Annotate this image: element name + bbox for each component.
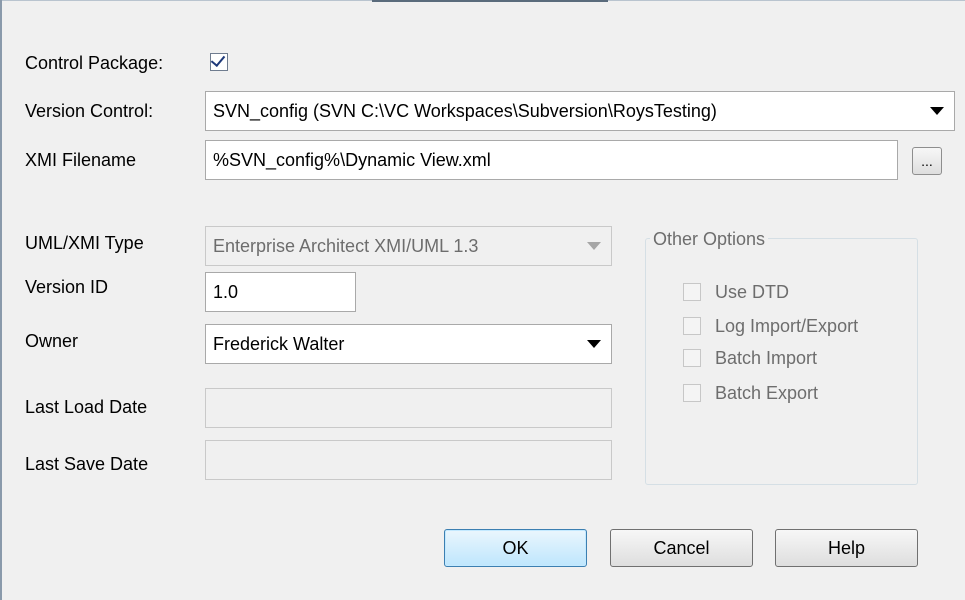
ok-button[interactable]: OK	[444, 529, 587, 567]
owner-label: Owner	[25, 331, 79, 351]
version-control-select[interactable]: SVN_config (SVN C:\VC Workspaces\Subvers…	[205, 91, 955, 131]
version-control-label: Version Control:	[25, 101, 154, 121]
xmi-filename-input[interactable]: %SVN_config%\Dynamic View.xml	[205, 140, 898, 180]
batch-export-checkbox	[683, 384, 701, 402]
other-options-title: Other Options	[650, 228, 769, 250]
version-control-value: SVN_config (SVN C:\VC Workspaces\Subvers…	[213, 101, 717, 121]
help-button[interactable]: Help	[775, 529, 918, 567]
last-save-date-field	[205, 440, 612, 480]
use-dtd-checkbox	[683, 283, 701, 301]
uml-xmi-type-select: Enterprise Architect XMI/UML 1.3	[205, 226, 612, 266]
xmi-filename-value: %SVN_config%\Dynamic View.xml	[213, 150, 491, 170]
last-load-date-field	[205, 388, 612, 428]
window-left-edge	[0, 0, 2, 600]
last-load-date-label: Last Load Date	[25, 397, 148, 417]
version-id-label: Version ID	[25, 277, 109, 297]
checkmark-icon	[210, 51, 226, 68]
control-package-checkbox[interactable]	[210, 51, 228, 71]
batch-import-checkbox	[683, 349, 701, 367]
chevron-down-icon	[587, 242, 601, 250]
owner-select[interactable]: Frederick Walter	[205, 324, 612, 364]
version-id-value: 1.0	[213, 282, 239, 302]
version-id-input[interactable]: 1.0	[205, 272, 356, 312]
xmi-filename-label: XMI Filename	[25, 150, 137, 170]
last-save-date-label: Last Save Date	[25, 454, 149, 474]
uml-xmi-type-label: UML/XMI Type	[25, 233, 144, 253]
cancel-button[interactable]: Cancel	[610, 529, 753, 567]
control-package-label: Control Package:	[25, 53, 164, 73]
use-dtd-label: Use DTD	[715, 282, 790, 302]
owner-value: Frederick Walter	[213, 334, 345, 354]
browse-button[interactable]: ...	[912, 147, 942, 175]
batch-export-label: Batch Export	[715, 383, 819, 403]
uml-xmi-type-value: Enterprise Architect XMI/UML 1.3	[213, 236, 479, 256]
batch-import-label: Batch Import	[715, 348, 818, 368]
log-import-export-label: Log Import/Export	[715, 316, 859, 336]
log-import-export-checkbox	[683, 317, 701, 335]
window-top-accent	[372, 0, 608, 2]
chevron-down-icon	[930, 107, 944, 115]
chevron-down-icon	[587, 340, 601, 348]
